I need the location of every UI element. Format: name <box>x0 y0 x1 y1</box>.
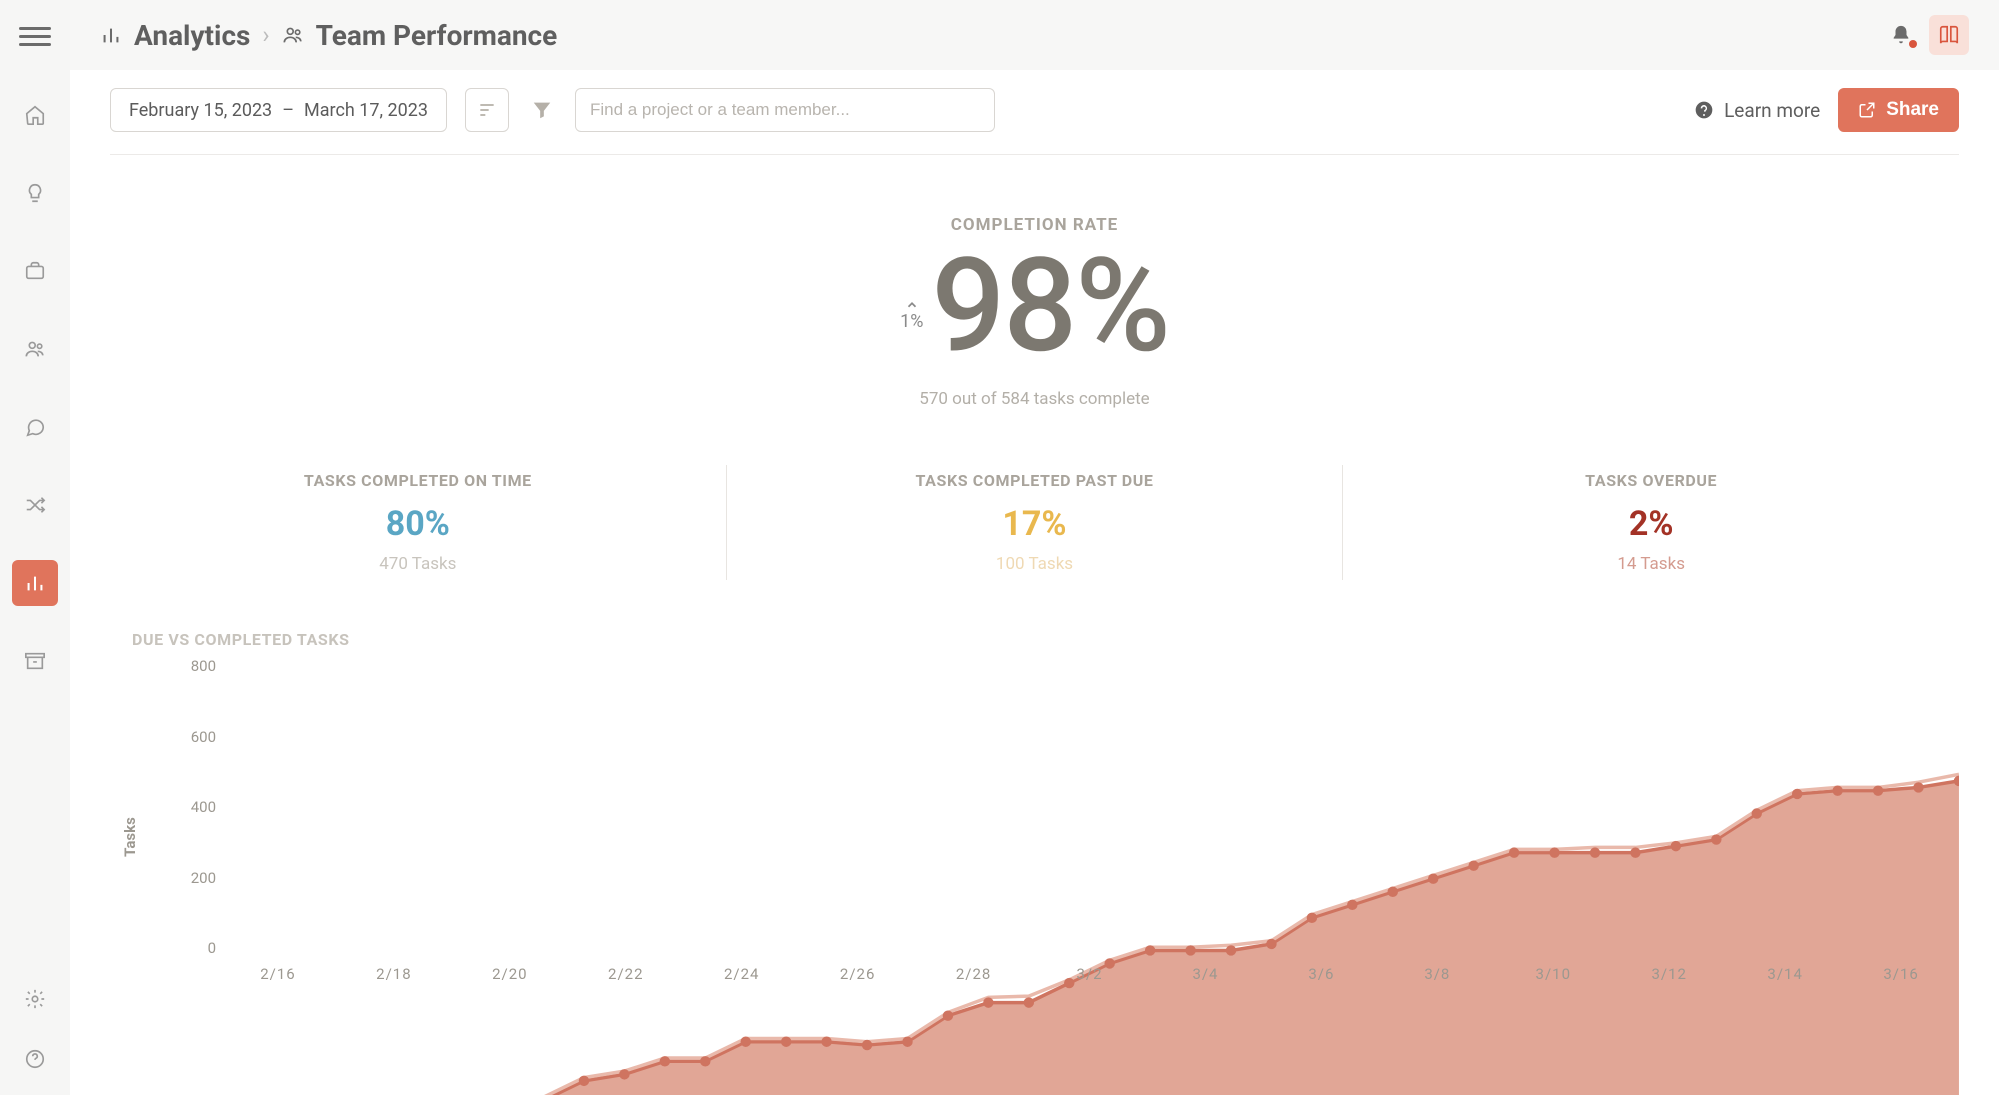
share-button[interactable]: Share <box>1838 88 1959 132</box>
search-box[interactable] <box>575 88 995 132</box>
notification-dot-icon <box>1909 40 1917 48</box>
y-axis-ticks: 8006004002000 <box>166 657 216 957</box>
completion-sub: 570 out of 584 tasks complete <box>110 389 1959 409</box>
breadcrumb-bar: Analytics › Team Performance <box>70 0 1999 70</box>
date-to: March 17, 2023 <box>304 100 428 121</box>
stat-tasks: 100 Tasks <box>747 554 1323 574</box>
completion-value: 98% <box>931 241 1169 371</box>
share-icon <box>1858 101 1876 119</box>
nav-calendar[interactable] <box>12 248 58 294</box>
menu-toggle[interactable] <box>19 20 51 52</box>
stat-overdue: TASKS OVERDUE 2% 14 Tasks <box>1342 465 1959 580</box>
nav-settings[interactable] <box>19 983 51 1015</box>
question-icon <box>1694 100 1714 120</box>
stat-on-time: TASKS COMPLETED ON TIME 80% 470 Tasks <box>110 465 726 580</box>
sort-button[interactable] <box>465 88 509 132</box>
learn-more-link[interactable]: Learn more <box>1694 99 1820 122</box>
help-icon <box>24 1048 46 1070</box>
nav-ideas[interactable] <box>12 170 58 216</box>
breadcrumb-root[interactable]: Analytics <box>134 19 250 52</box>
task-stats-row: TASKS COMPLETED ON TIME 80% 470 Tasks TA… <box>110 465 1959 580</box>
team-icon <box>282 24 304 46</box>
chat-icon <box>24 416 46 438</box>
chart-plot-area <box>220 657 1959 1095</box>
completion-rate-block: COMPLETION RATE 1% 98% 570 out of 584 ta… <box>110 155 1959 409</box>
nav-archive[interactable] <box>12 638 58 684</box>
bar-chart-icon <box>24 572 46 594</box>
filter-button[interactable] <box>527 99 557 121</box>
nav-shuffle[interactable] <box>12 482 58 528</box>
sort-icon <box>477 100 497 120</box>
nav-team[interactable] <box>12 326 58 372</box>
y-axis-label: Tasks <box>121 817 139 857</box>
people-icon <box>24 338 46 360</box>
home-icon <box>24 104 46 126</box>
briefcase-icon <box>24 260 46 282</box>
learn-more-label: Learn more <box>1724 99 1820 122</box>
stat-pct: 17% <box>747 504 1323 544</box>
completion-delta: 1% <box>900 298 923 332</box>
nav-analytics[interactable] <box>12 560 58 606</box>
date-range-picker[interactable]: February 15, 2023 – March 17, 2023 <box>110 88 447 132</box>
gear-icon <box>24 988 46 1010</box>
archive-icon <box>24 650 46 672</box>
chevron-up-icon <box>903 298 921 312</box>
stat-label: TASKS COMPLETED ON TIME <box>130 471 706 490</box>
left-nav-rail <box>0 0 70 1095</box>
due-vs-completed-chart: DUE VS COMPLETED TASKS Tasks 80060040020… <box>110 630 1959 1017</box>
search-input[interactable] <box>590 100 980 120</box>
share-label: Share <box>1886 99 1939 121</box>
nav-chat[interactable] <box>12 404 58 450</box>
analytics-icon <box>100 24 122 46</box>
stat-tasks: 14 Tasks <box>1363 554 1939 574</box>
stat-tasks: 470 Tasks <box>130 554 706 574</box>
stat-label: TASKS OVERDUE <box>1363 471 1939 490</box>
x-axis-ticks: 2/162/182/202/222/242/262/283/23/43/63/8… <box>220 965 1959 983</box>
shuffle-icon <box>24 494 46 516</box>
stat-pct: 80% <box>130 504 706 544</box>
date-sep: – <box>282 100 294 121</box>
stat-past-due: TASKS COMPLETED PAST DUE 17% 100 Tasks <box>726 465 1343 580</box>
lightbulb-icon <box>24 182 46 204</box>
notifications-button[interactable] <box>1887 21 1915 49</box>
toolbar: February 15, 2023 – March 17, 2023 Learn… <box>110 88 1959 155</box>
docs-button[interactable] <box>1929 15 1969 55</box>
nav-home[interactable] <box>12 92 58 138</box>
breadcrumb-sep-icon: › <box>262 21 269 49</box>
breadcrumb-page: Team Performance <box>316 19 558 52</box>
chart-title: DUE VS COMPLETED TASKS <box>132 630 1959 649</box>
date-from: February 15, 2023 <box>129 100 272 121</box>
book-icon <box>1938 24 1960 46</box>
funnel-icon <box>531 99 553 121</box>
stat-label: TASKS COMPLETED PAST DUE <box>747 471 1323 490</box>
nav-help[interactable] <box>19 1043 51 1075</box>
stat-pct: 2% <box>1363 504 1939 544</box>
